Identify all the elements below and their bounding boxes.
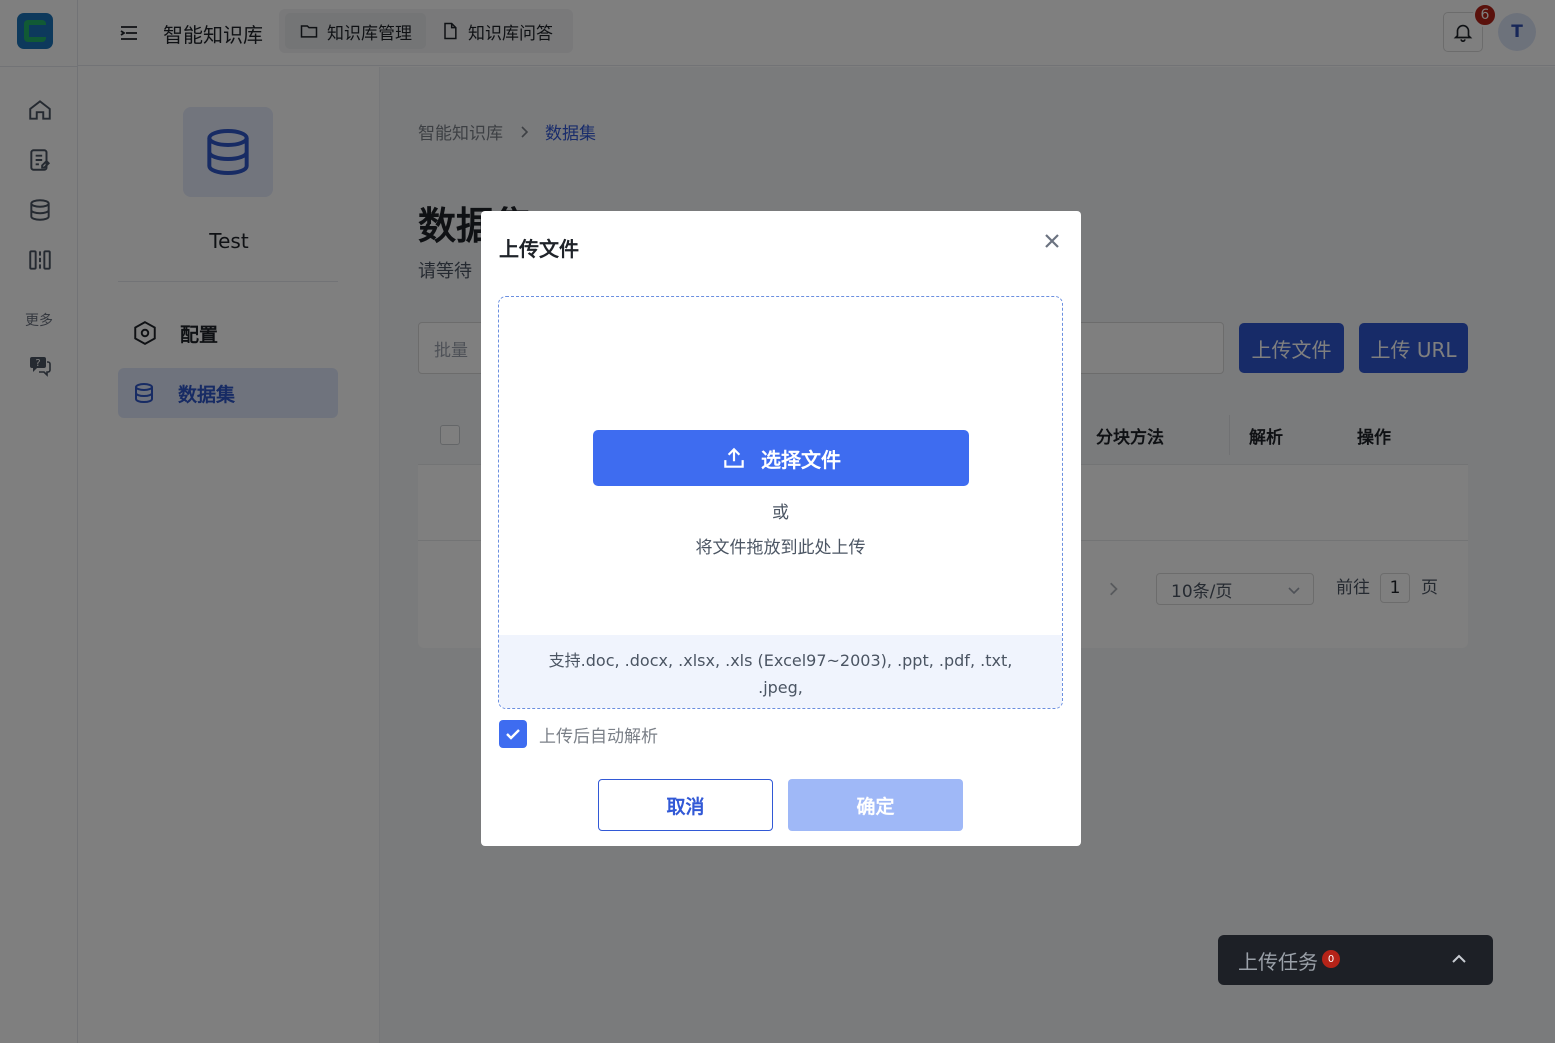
app-background: 更多 ? 智能知识库 知识库管理 知识库问答 6 T bbox=[0, 0, 1555, 1043]
cancel-button[interactable]: 取消 bbox=[598, 779, 773, 831]
upload-tasks-label: 上传任务 bbox=[1238, 949, 1318, 974]
dialog-title: 上传文件 bbox=[499, 237, 579, 261]
file-dropzone[interactable]: 选择文件 或 将文件拖放到此处上传 支持.doc, .docx, .xlsx, … bbox=[498, 296, 1063, 709]
supported-formats: 支持.doc, .docx, .xlsx, .xls (Excel97~2003… bbox=[499, 635, 1062, 708]
supported-formats-line: 支持.doc, .docx, .xlsx, .xls (Excel97~2003… bbox=[548, 651, 1013, 697]
choose-file-button[interactable]: 选择文件 bbox=[593, 430, 969, 486]
auto-parse-label: 上传后自动解析 bbox=[539, 726, 658, 747]
or-text: 或 bbox=[772, 503, 789, 523]
upload-tasks-panel[interactable]: 上传任务 0 bbox=[1218, 935, 1493, 985]
checkmark-icon bbox=[506, 729, 520, 740]
upload-file-dialog: 上传文件 选择文件 或 将文件拖放到此处上传 支持.doc, .docx, .x… bbox=[481, 211, 1081, 846]
auto-parse-checkbox[interactable] bbox=[499, 720, 527, 748]
supported-formats-line: .jpg, .png, .csv, .json bbox=[539, 701, 1022, 708]
confirm-button[interactable]: 确定 bbox=[788, 779, 963, 831]
drag-hint: 将文件拖放到此处上传 bbox=[695, 538, 866, 558]
choose-file-label: 选择文件 bbox=[761, 447, 841, 472]
chevron-up-icon[interactable] bbox=[1449, 949, 1469, 969]
upload-tasks-count: 0 bbox=[1322, 950, 1340, 968]
auto-parse-option[interactable]: 上传后自动解析 bbox=[499, 720, 658, 748]
close-icon[interactable] bbox=[1040, 229, 1064, 253]
upload-icon bbox=[724, 447, 744, 468]
